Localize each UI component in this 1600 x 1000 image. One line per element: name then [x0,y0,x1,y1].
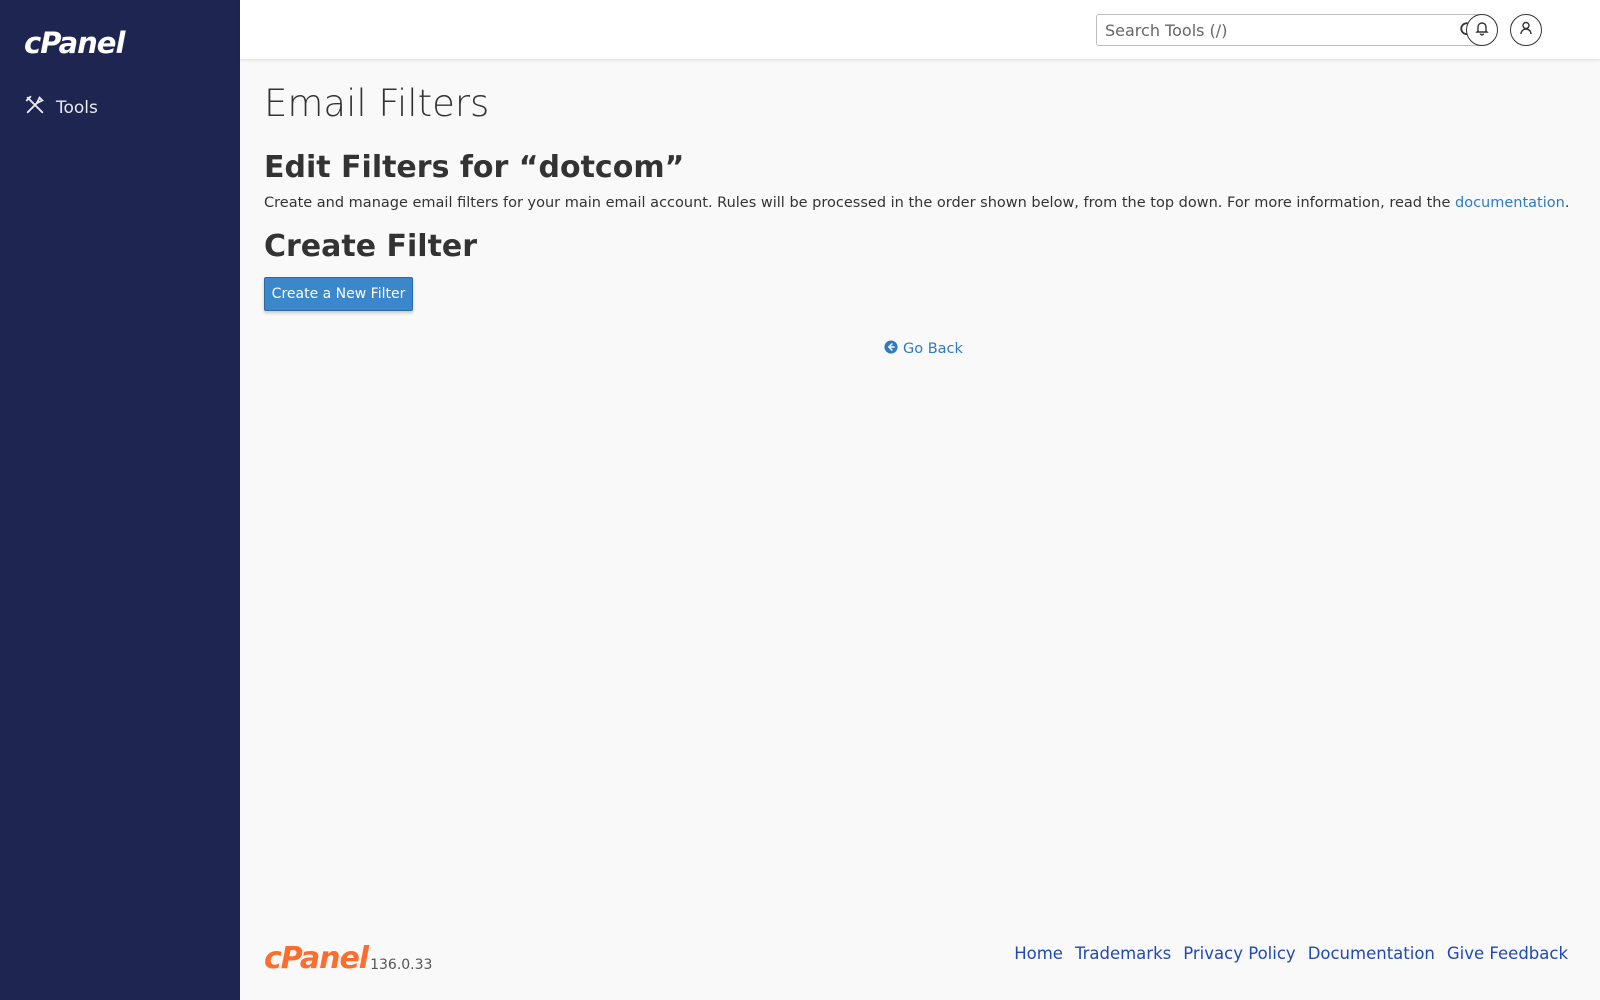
footer-link-documentation[interactable]: Documentation [1308,944,1435,963]
sidebar: cPanel Tools [0,0,240,1000]
search-input[interactable] [1097,15,1453,45]
documentation-link[interactable]: documentation [1455,195,1565,211]
create-filter-heading: Create Filter [264,229,478,264]
description-text: Create and manage email filters for your… [264,195,1455,211]
sidebar-item-tools[interactable]: Tools [24,94,98,121]
page-title: Email Filters [264,82,490,125]
footer-link-trademarks[interactable]: Trademarks [1075,944,1171,963]
description: Create and manage email filters for your… [264,195,1569,211]
search-box [1096,14,1484,46]
go-back-link[interactable]: Go Back [884,340,963,358]
create-new-filter-button[interactable]: Create a New Filter [264,277,413,311]
footer-link-give-feedback[interactable]: Give Feedback [1447,944,1568,963]
arrow-circle-left-icon [884,340,898,358]
description-suffix: . [1564,195,1570,211]
footer-brand: cPanel 136.0.33 [264,944,432,974]
bell-icon [1474,20,1490,40]
footer-link-home[interactable]: Home [1014,944,1063,963]
top-bar [240,0,1600,60]
edit-filters-heading: Edit Filters for “dotcom” [264,150,685,185]
footer-cpanel-logo: cPanel [264,941,369,976]
footer-link-privacy-policy[interactable]: Privacy Policy [1183,944,1295,963]
tools-icon [24,94,46,121]
user-icon [1518,20,1534,40]
user-menu-button[interactable] [1510,14,1542,46]
version-number: 136.0.33 [370,957,433,973]
sidebar-item-label: Tools [56,97,98,118]
cpanel-logo[interactable]: cPanel [24,26,125,60]
notifications-button[interactable] [1466,14,1498,46]
go-back-label: Go Back [903,341,963,357]
footer-links: Home Trademarks Privacy Policy Documenta… [1014,944,1568,963]
